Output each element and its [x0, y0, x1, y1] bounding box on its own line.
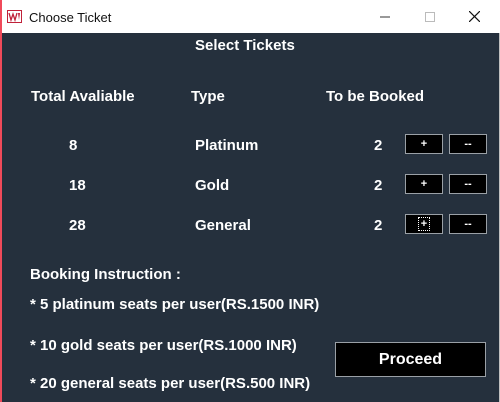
available-count: 18: [69, 177, 86, 194]
instruction-line: * 5 platinum seats per user(RS.1500 INR): [30, 296, 320, 313]
close-icon: [469, 11, 480, 22]
ticket-type: General: [195, 217, 251, 234]
proceed-button[interactable]: Proceed: [335, 342, 486, 377]
ticket-type: Platinum: [195, 137, 259, 154]
close-button[interactable]: [452, 0, 497, 33]
column-header-available: Total Avaliable: [31, 88, 135, 105]
decrease-platinum-button[interactable]: --: [449, 134, 487, 154]
booked-count: 2: [374, 137, 383, 154]
page-heading: Select Tickets: [195, 37, 295, 54]
instructions-title: Booking Instruction :: [30, 266, 181, 283]
minus-label: --: [464, 138, 472, 150]
plus-label: +: [417, 217, 431, 231]
maximize-button[interactable]: [407, 0, 452, 33]
column-header-type: Type: [191, 88, 225, 105]
instruction-line: * 20 general seats per user(RS.500 INR): [30, 375, 311, 392]
increase-gold-button[interactable]: +: [405, 174, 443, 194]
choose-ticket-window: Choose Ticket Select Tickets Total Avali…: [0, 0, 500, 402]
plus-label: +: [420, 138, 428, 150]
minus-label: --: [464, 178, 472, 190]
app-logo-icon: [7, 10, 22, 23]
decrease-general-button[interactable]: --: [449, 214, 487, 234]
increase-platinum-button[interactable]: +: [405, 134, 443, 154]
ticket-type: Gold: [195, 177, 230, 194]
maximize-icon: [424, 11, 435, 22]
plus-label: +: [420, 178, 428, 190]
minimize-icon: [379, 16, 390, 17]
decrease-gold-button[interactable]: --: [449, 174, 487, 194]
ticket-form: Select Tickets Total Avaliable Type To b…: [2, 33, 500, 402]
minimize-button[interactable]: [362, 0, 407, 33]
window-title: Choose Ticket: [29, 10, 112, 25]
booked-count: 2: [374, 217, 383, 234]
minus-label: --: [464, 218, 472, 230]
instruction-line: * 10 gold seats per user(RS.1000 INR): [30, 337, 297, 354]
available-count: 28: [69, 217, 86, 234]
increase-general-button[interactable]: +: [405, 214, 443, 234]
booked-count: 2: [374, 177, 383, 194]
title-bar[interactable]: Choose Ticket: [2, 0, 500, 33]
column-header-booked: To be Booked: [326, 88, 425, 105]
available-count: 8: [69, 137, 78, 154]
